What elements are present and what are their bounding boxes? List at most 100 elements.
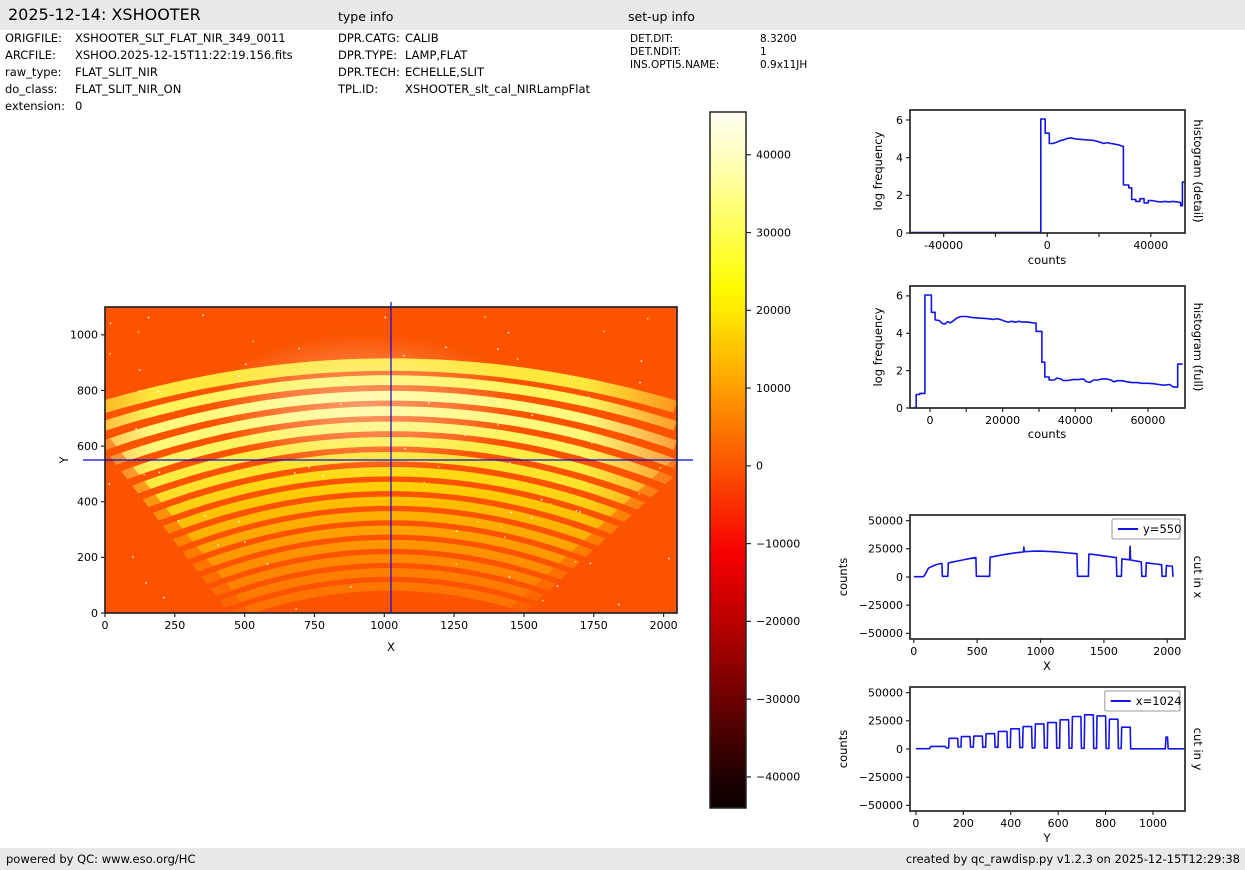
svg-text:1250: 1250 (440, 619, 468, 632)
metadata-row: DET.DIT: 8.3200 (630, 33, 797, 45)
cut-y-side-label: cut in y (1191, 727, 1205, 771)
svg-text:20000: 20000 (985, 414, 1020, 427)
svg-text:4: 4 (896, 327, 903, 340)
svg-text:1750: 1750 (580, 619, 608, 632)
metadata-row: DPR.CATG: CALIB (338, 31, 439, 45)
svg-text:40000: 40000 (1058, 414, 1093, 427)
svg-text:50000: 50000 (868, 514, 903, 527)
svg-text:−50000: −50000 (859, 799, 903, 812)
svg-text:40000: 40000 (1133, 239, 1168, 252)
cut-y-xlabel: Y (1043, 831, 1051, 845)
setup-info-heading: set-up info (628, 9, 695, 24)
svg-text:-40000: -40000 (924, 239, 963, 252)
arcfile-value: XSHOO.2025-12-15T11:22:19.156.fits (75, 48, 293, 62)
histogram-detail-plot: -40000 0 40000 0 2 4 6 (896, 109, 1186, 252)
svg-text:0: 0 (756, 460, 763, 473)
page-title: 2025-12-14: XSHOOTER (8, 5, 201, 24)
hist-full-ylabel: log frequency (871, 307, 885, 387)
svg-text:y=550: y=550 (1143, 522, 1181, 536)
metadata-row: ARCFILE: XSHOO.2025-12-15T11:22:19.156.fi… (5, 48, 293, 62)
metadata-row: do_class: FLAT_SLIT_NIR_ON (5, 82, 182, 96)
svg-text:−20000: −20000 (756, 615, 800, 628)
svg-text:800: 800 (77, 384, 98, 397)
extension-value: 0 (75, 99, 83, 113)
svg-text:2000: 2000 (1153, 645, 1181, 658)
svg-text:400: 400 (1000, 817, 1021, 830)
svg-text:0: 0 (910, 645, 917, 658)
main-yaxis-label: Y (57, 456, 71, 464)
cut_y-canvas: 0 200 400 600 800 1000 50000 25000 0 −25000 −50000… (859, 686, 1186, 830)
svg-text:−50000: −50000 (859, 627, 903, 640)
svg-text:1000: 1000 (1027, 645, 1055, 658)
origfile-value: XSHOOTER_SLT_FLAT_NIR_349_0011 (75, 31, 286, 45)
svg-text:4: 4 (896, 151, 903, 164)
cut_x-canvas: 0 500 1000 1500 2000 50000 25000 0 −25000 −50000 y… (859, 514, 1186, 658)
file-metadata-block: ORIGFILE: XSHOOTER_SLT_FLAT_NIR_349_0011 … (5, 30, 293, 115)
svg-text:0: 0 (896, 571, 903, 584)
svg-text:400: 400 (77, 496, 98, 509)
main_image-canvas: 0 250 500 750 1000 1250 1500 1750 2000 0 200 400 600… (70, 302, 693, 632)
footer-right-text: created by qc_rawdisp.py v1.2.3 on 2025-… (905, 852, 1240, 866)
svg-text:800: 800 (1095, 817, 1116, 830)
svg-text:0: 0 (912, 817, 919, 830)
svg-text:2: 2 (896, 364, 903, 377)
raw-frame-image-plot: 0 250 500 750 1000 1250 1500 1750 2000 0 200 400 600… (70, 302, 693, 632)
svg-text:−30000: −30000 (756, 693, 800, 706)
svg-text:−10000: −10000 (756, 537, 800, 550)
metadata-row: raw_type: FLAT_SLIT_NIR (5, 65, 158, 79)
svg-text:−25000: −25000 (859, 599, 903, 612)
ins-opti5-value: 0.9x11JH (760, 59, 808, 71)
svg-text:750: 750 (304, 619, 325, 632)
svg-text:50000: 50000 (868, 686, 903, 699)
svg-text:25000: 25000 (868, 715, 903, 728)
hist-detail-side-label: histogram (detail) (1191, 119, 1205, 223)
svg-text:60000: 60000 (1130, 414, 1165, 427)
cut-in-y-plot: 0 200 400 600 800 1000 50000 25000 0 −25000 −50000… (859, 686, 1186, 830)
metadata-row: extension: 0 (5, 99, 83, 113)
det-dit-value: 8.3200 (760, 33, 797, 45)
type-info-heading: type info (338, 9, 394, 24)
svg-text:1500: 1500 (510, 619, 538, 632)
metadata-row: TPL.ID: XSHOOTER_slt_cal_NIRLampFlat (338, 82, 591, 96)
cut-in-x-plot: 0 500 1000 1500 2000 50000 25000 0 −25000 −50000 y… (859, 514, 1186, 658)
metadata-row: INS.OPTI5.NAME: 0.9x11JH (630, 59, 808, 71)
svg-text:0: 0 (896, 743, 903, 756)
svg-text:600: 600 (77, 440, 98, 453)
hist-full-side-label: histogram (full) (1191, 302, 1205, 392)
hist-detail-xlabel: counts (1027, 253, 1067, 267)
svg-text:250: 250 (164, 619, 185, 632)
svg-text:0: 0 (896, 402, 903, 415)
svg-text:6: 6 (896, 290, 903, 303)
svg-text:10000: 10000 (756, 382, 791, 395)
svg-text:200: 200 (77, 551, 98, 564)
main-xaxis-label: X (387, 640, 395, 654)
dpr-catg-value: CALIB (405, 31, 439, 45)
hist_full-canvas: 0 20000 40000 60000 0 2 4 6 (896, 285, 1186, 427)
det-ndit-value: 1 (760, 46, 767, 58)
svg-text:−25000: −25000 (859, 771, 903, 784)
tpl-id-value: XSHOOTER_slt_cal_NIRLampFlat (405, 82, 591, 96)
svg-text:0: 0 (1044, 239, 1051, 252)
colorbar-canvas: 40000 30000 20000 10000 0 −10000 −20000 −30000 −… (709, 111, 800, 809)
svg-text:0: 0 (91, 607, 98, 620)
footer-left-text: powered by QC: www.eso.org/HC (6, 852, 196, 866)
cut_x-series (913, 545, 1174, 578)
metadata-row: ORIGFILE: XSHOOTER_SLT_FLAT_NIR_349_0011 (5, 31, 286, 45)
dpr-type-value: LAMP,FLAT (405, 48, 468, 62)
doclass-value: FLAT_SLIT_NIR_ON (75, 82, 182, 96)
hist_detail-series (910, 118, 1185, 234)
histogram-full-plot: 0 20000 40000 60000 0 2 4 6 (896, 285, 1186, 427)
svg-text:x=1024: x=1024 (1136, 694, 1182, 708)
svg-text:500: 500 (234, 619, 255, 632)
colorbar: 40000 30000 20000 10000 0 −10000 −20000 −30000 −… (709, 111, 800, 809)
hist-detail-ylabel: log frequency (871, 131, 885, 211)
legend: y=550 (1111, 518, 1181, 540)
legend: x=1024 (1104, 690, 1182, 712)
svg-text:2: 2 (896, 189, 903, 202)
cut-x-side-label: cut in x (1191, 555, 1205, 599)
svg-text:−40000: −40000 (756, 771, 800, 784)
svg-text:0: 0 (896, 227, 903, 240)
svg-text:0: 0 (926, 414, 933, 427)
svg-text:25000: 25000 (868, 543, 903, 556)
svg-text:20000: 20000 (756, 304, 791, 317)
